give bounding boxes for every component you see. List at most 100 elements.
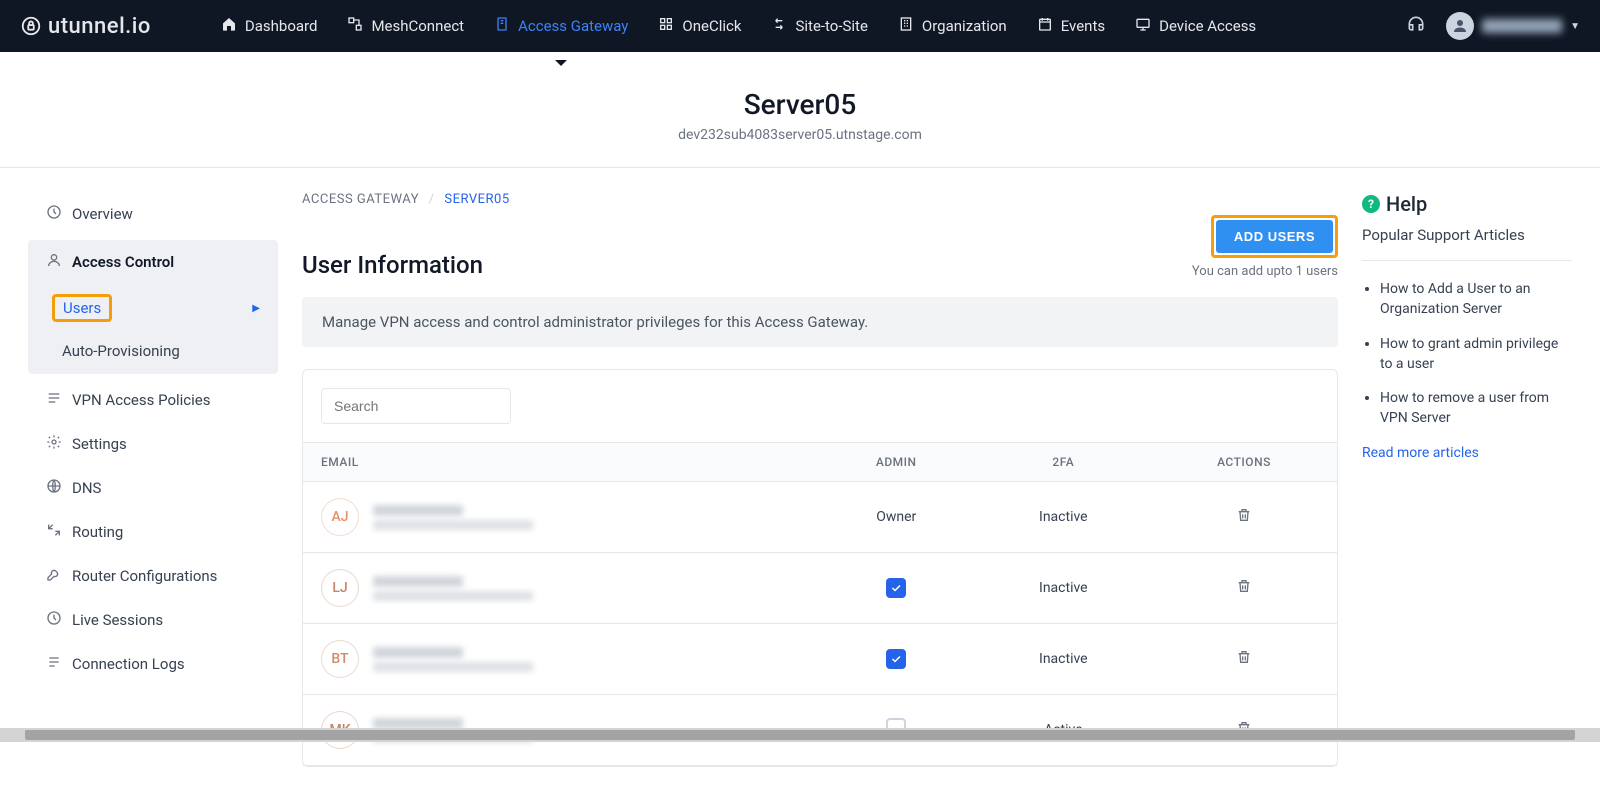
nav-label: Site-to-Site: [795, 17, 867, 35]
sidebar-item-vpn-access-policies[interactable]: VPN Access Policies: [28, 378, 278, 422]
help-article-link[interactable]: How to remove a user from VPN Server: [1380, 388, 1572, 429]
tfa-status: Inactive: [1039, 509, 1088, 525]
breadcrumb-root[interactable]: ACCESS GATEWAY: [302, 192, 419, 207]
search-wrap: [303, 388, 1337, 442]
user-cell: BT: [321, 640, 799, 678]
sidebar-item-settings[interactable]: Settings: [28, 422, 278, 466]
user-text: [373, 647, 533, 672]
table-row: AJ Owner Inactive: [303, 482, 1337, 553]
tfa-status: Inactive: [1039, 580, 1088, 596]
user-initials-avatar: AJ: [321, 498, 359, 536]
nav-item-meshconnect[interactable]: MeshConnect: [333, 8, 478, 44]
user-cell: AJ: [321, 498, 799, 536]
user-name-blurred: [373, 576, 463, 587]
sidebar-label: Settings: [72, 435, 127, 453]
sidebar-label: Routing: [72, 523, 123, 541]
user-email-blurred: [373, 520, 533, 530]
help-article-link[interactable]: How to grant admin privilege to a user: [1380, 334, 1572, 375]
horizontal-scrollbar[interactable]: [0, 728, 1600, 742]
brand-lock-icon: [20, 15, 42, 37]
oneclick-icon: [658, 16, 674, 36]
user-initials-avatar: LJ: [321, 569, 359, 607]
col-email: EMAIL: [303, 443, 817, 482]
nav-label: MeshConnect: [371, 17, 464, 35]
user-name-blurred: [373, 718, 463, 729]
user-email-blurred: [373, 662, 533, 672]
home-icon: [221, 16, 237, 36]
device-icon: [1135, 16, 1151, 36]
nav-item-organization[interactable]: Organization: [884, 8, 1021, 44]
breadcrumb-sep: /: [429, 192, 435, 207]
add-users-button[interactable]: ADD USERS: [1216, 220, 1333, 253]
delete-user-button[interactable]: [1236, 511, 1252, 527]
user-icon: [46, 252, 62, 272]
support-icon[interactable]: [1406, 14, 1426, 38]
help-article-list: How to Add a User to an Organization Ser…: [1362, 279, 1572, 429]
admin-checkbox-checked[interactable]: [886, 578, 906, 598]
sidebar-sub-auto-provisioning[interactable]: Auto-Provisioning: [28, 332, 278, 370]
col-2fa: 2FA: [976, 443, 1151, 482]
nav-label: Access Gateway: [518, 17, 628, 35]
server-subdomain: dev232sub4083server05.utnstage.com: [0, 127, 1600, 143]
sidebar-label: Router Configurations: [72, 567, 217, 585]
sidebar-item-dns[interactable]: DNS: [28, 466, 278, 510]
sidebar-item-live-sessions[interactable]: Live Sessions: [28, 598, 278, 642]
user-cell: LJ: [321, 569, 799, 607]
tfa-status: Inactive: [1039, 651, 1088, 667]
users-table: EMAIL ADMIN 2FA ACTIONS AJOwnerInactiveL…: [303, 442, 1337, 766]
delete-user-button[interactable]: [1236, 653, 1252, 669]
delete-user-button[interactable]: [1236, 582, 1252, 598]
routing-icon: [46, 522, 62, 542]
sidebar: Overview Access Control Users▶Auto-Provisi…: [28, 192, 278, 686]
nav-item-dashboard[interactable]: Dashboard: [207, 8, 332, 44]
user-name-blurred: [373, 647, 463, 658]
policies-icon: [46, 390, 62, 410]
help-question-icon: ?: [1362, 195, 1380, 213]
sidebar-item-access-control[interactable]: Access Control: [28, 240, 278, 284]
sidebar-item-routing[interactable]: Routing: [28, 510, 278, 554]
sidebar-sub-users[interactable]: Users▶: [28, 284, 278, 332]
sidebar-label: VPN Access Policies: [72, 391, 211, 409]
user-text: [373, 576, 533, 601]
sidebar-label: Access Control: [72, 253, 174, 271]
server-title: Server05: [0, 88, 1600, 121]
globe-icon: [46, 478, 62, 498]
mesh-icon: [347, 16, 363, 36]
caret-down-icon: ▼: [1570, 21, 1580, 32]
help-title-text: Help: [1386, 192, 1427, 216]
nav-item-events[interactable]: Events: [1023, 8, 1119, 44]
breadcrumb: ACCESS GATEWAY / SERVER05: [302, 192, 1338, 207]
nav-item-oneclick[interactable]: OneClick: [644, 8, 755, 44]
sidebar-item-overview[interactable]: Overview: [28, 192, 278, 236]
table-row: BT Inactive: [303, 624, 1337, 695]
title-row: User Information ADD USERS You can add u…: [302, 215, 1338, 279]
page-header: Server05 dev232sub4083server05.utnstage.…: [0, 52, 1600, 168]
sidebar-label: DNS: [72, 479, 101, 497]
sidebar-label: Live Sessions: [72, 611, 163, 629]
nav-item-device-access[interactable]: Device Access: [1121, 8, 1270, 44]
sidebar-label: Overview: [72, 205, 133, 223]
sidebar-item-connection-logs[interactable]: Connection Logs: [28, 642, 278, 686]
gateway-icon: [494, 16, 510, 36]
nav-label: Dashboard: [245, 17, 318, 35]
user-menu[interactable]: ▼: [1446, 12, 1580, 40]
breadcrumb-current[interactable]: SERVER05: [444, 192, 509, 207]
chevron-right-icon: ▶: [252, 303, 260, 314]
user-table-card: EMAIL ADMIN 2FA ACTIONS AJOwnerInactiveL…: [302, 369, 1338, 767]
admin-owner-label: Owner: [876, 509, 916, 525]
top-nav: utunnel.io Dashboard MeshConnect Access Ga…: [0, 0, 1600, 52]
nav-label: Events: [1061, 17, 1105, 35]
brand-logo[interactable]: utunnel.io: [20, 14, 151, 39]
admin-checkbox-checked[interactable]: [886, 649, 906, 669]
page-title: User Information: [302, 251, 483, 279]
help-article-link[interactable]: How to Add a User to an Organization Ser…: [1380, 279, 1572, 320]
search-input[interactable]: [321, 388, 511, 424]
sidebar-item-router-configurations[interactable]: Router Configurations: [28, 554, 278, 598]
nav-item-access-gateway[interactable]: Access Gateway: [480, 8, 642, 44]
user-name-blurred: [373, 505, 463, 516]
help-title: ? Help: [1362, 192, 1572, 216]
nav-label: Organization: [922, 17, 1007, 35]
read-more-link[interactable]: Read more articles: [1362, 445, 1479, 461]
nav-item-site-to-site[interactable]: Site-to-Site: [757, 8, 881, 44]
gear-icon: [46, 434, 62, 454]
